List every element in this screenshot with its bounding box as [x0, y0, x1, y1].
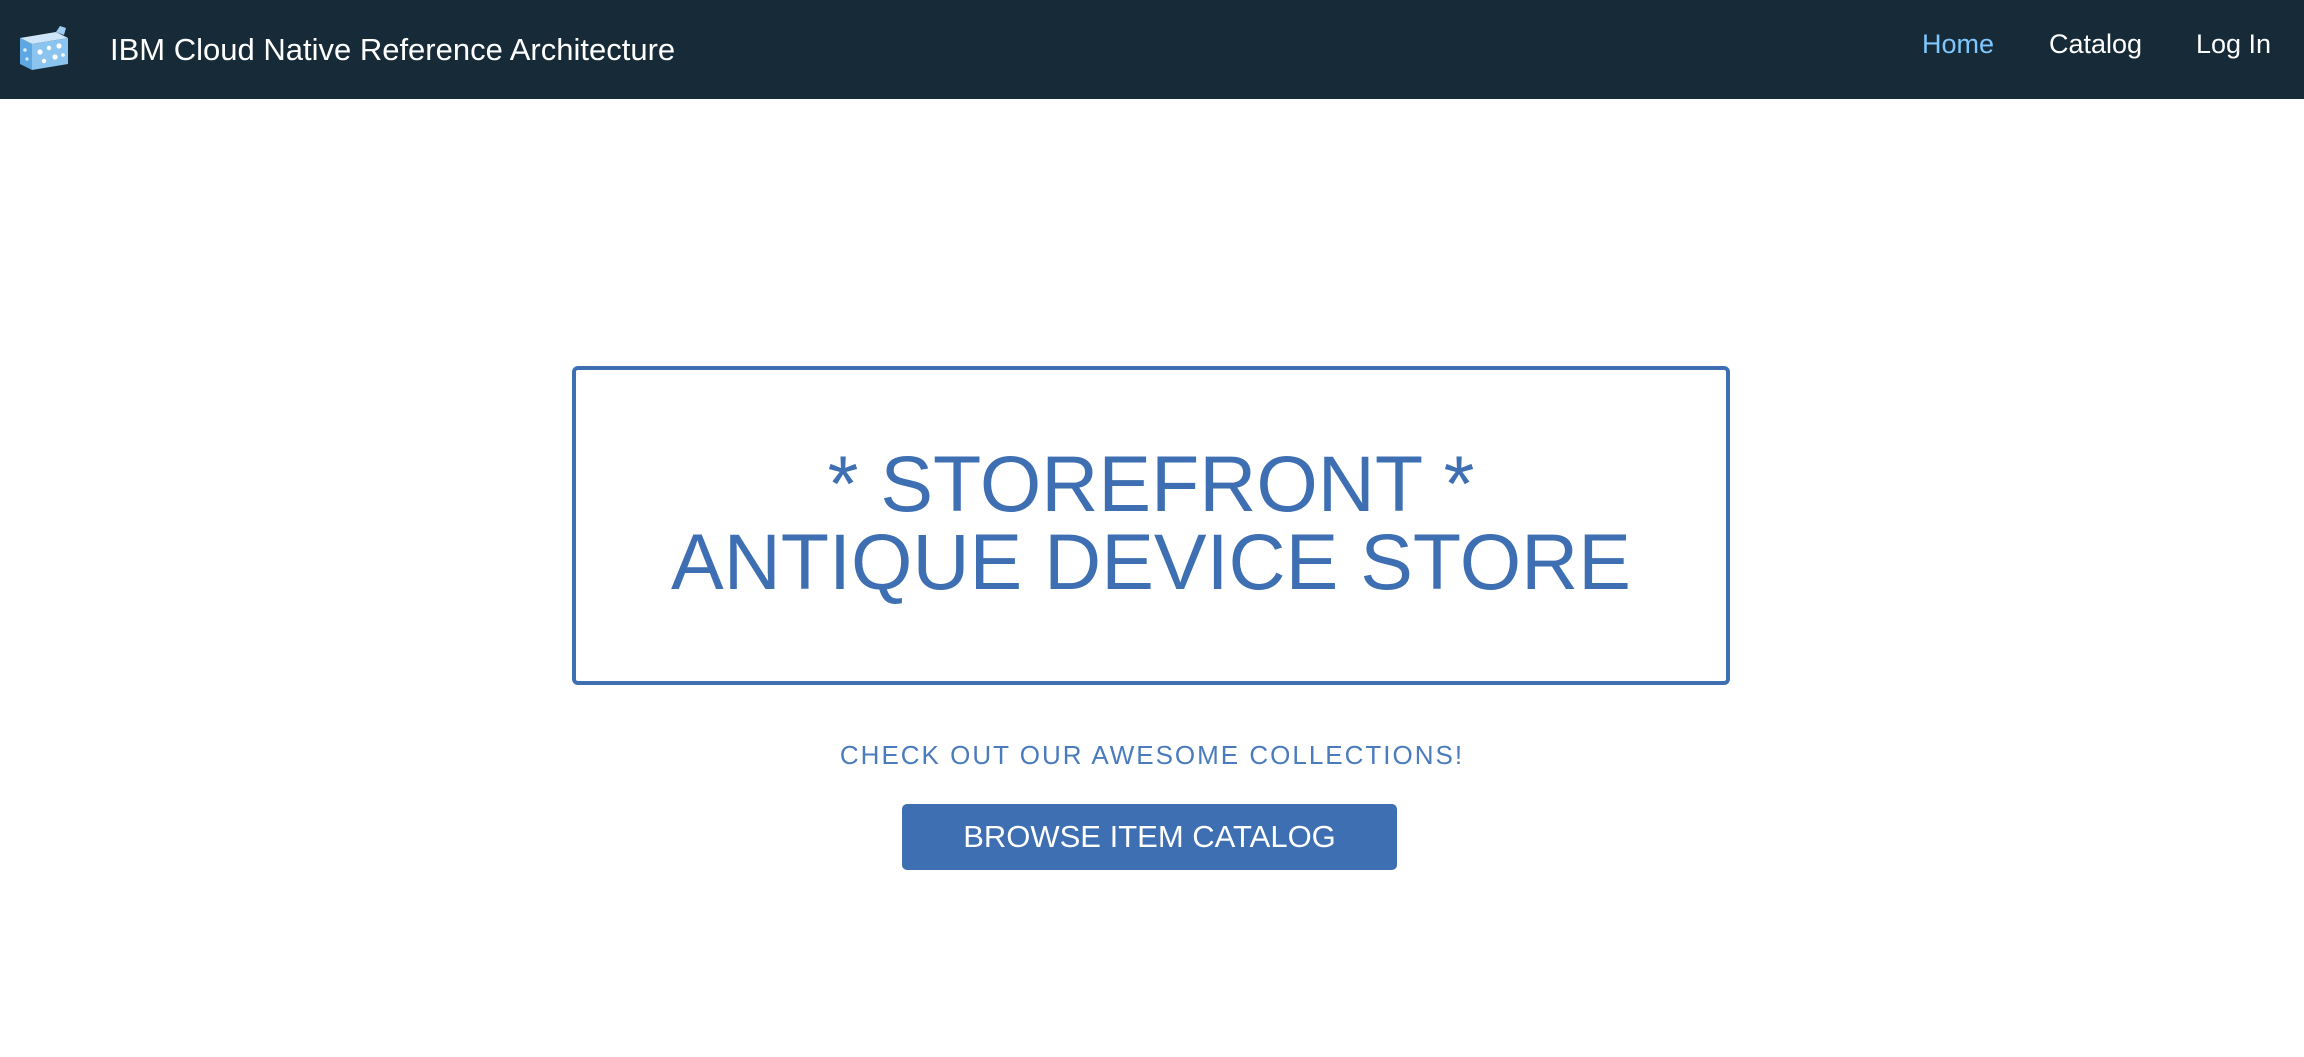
- hero-subtitle: ANTIQUE DEVICE STORE: [671, 517, 1631, 606]
- nav-catalog-link[interactable]: Catalog: [2049, 26, 2142, 62]
- store-cube-logo-icon[interactable]: [16, 24, 72, 74]
- collections-tagline: CHECK OUT OUR AWESOME COLLECTIONS!: [839, 740, 1465, 770]
- hero-banner: * STOREFRONT * ANTIQUE DEVICE STORE: [572, 366, 1730, 685]
- hero-title: * STOREFRONT *: [827, 439, 1475, 528]
- browse-catalog-button[interactable]: BROWSE ITEM CATALOG: [902, 804, 1397, 870]
- nav-home-link[interactable]: Home: [1922, 26, 1994, 62]
- top-navbar: IBM Cloud Native Reference Architecture …: [0, 0, 2304, 99]
- nav-login-link[interactable]: Log In: [2196, 26, 2271, 62]
- brand-title[interactable]: IBM Cloud Native Reference Architecture: [110, 30, 675, 70]
